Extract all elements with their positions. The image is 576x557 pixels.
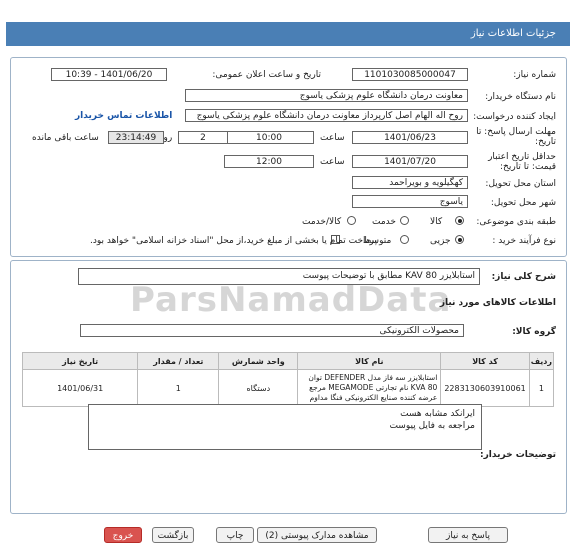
- buyer-notes-label: توضیحات خریدار:: [480, 450, 556, 460]
- deadline-time-label: ساعت: [320, 133, 345, 143]
- col-unit: واحد شمارش: [218, 352, 299, 370]
- buyer-notes-line-2: مراجعه به فایل پیوست: [389, 421, 475, 431]
- description-field: استابلایزر KAV 80 مطابق با توضیحات پیوست: [78, 268, 480, 285]
- description-label: شرح کلی نیاز:: [491, 272, 556, 282]
- category-radio-service[interactable]: [400, 216, 409, 225]
- city-field: یاسوج: [352, 195, 468, 208]
- category-option-service: خدمت: [372, 217, 396, 227]
- buyer-notes-line-1: ایرانکد مشابه هست: [400, 409, 475, 419]
- purchase-radio-minor[interactable]: [455, 235, 464, 244]
- deadline-time-field: 10:00: [224, 131, 314, 144]
- goods-group-label: گروه کالا:: [512, 327, 556, 337]
- creator-label: ایجاد کننده درخواست:: [473, 112, 556, 122]
- buyer-org-label: نام دستگاه خریدار:: [485, 92, 556, 102]
- validity-time-field: 12:00: [224, 155, 314, 168]
- deadline-label: مهلت ارسال پاسخ: تا تاریخ:: [476, 127, 556, 147]
- col-qty: تعداد / مقدار: [137, 352, 220, 370]
- purchase-option-minor: جزیی: [430, 236, 451, 246]
- deadline-date-field: 1401/06/23: [352, 131, 468, 144]
- purchase-type-label: نوع فرآیند خرید :: [492, 236, 556, 246]
- remaining-time-field: 23:14:49: [108, 131, 164, 144]
- cell-code: 2283130603910061: [440, 369, 530, 407]
- remaining-label: ساعت باقی مانده: [32, 133, 99, 143]
- cell-row: 1: [528, 369, 555, 407]
- days-value-box: 2: [178, 131, 228, 144]
- exit-button[interactable]: خروج: [104, 527, 142, 543]
- announce-field: 1401/06/20 - 10:39: [51, 68, 167, 81]
- col-row: ردیف: [528, 352, 555, 370]
- contact-info-link[interactable]: اطلاعات تماس خریدار: [75, 111, 172, 121]
- buyer-org-field: معاونت درمان دانشگاه علوم پزشکی یاسوج: [185, 89, 468, 102]
- col-date: تاریخ نیاز: [21, 352, 139, 370]
- cell-qty: 1: [137, 369, 220, 407]
- col-code: کد کالا: [440, 352, 530, 370]
- reply-button[interactable]: پاسخ به نیاز: [428, 527, 508, 543]
- goods-table-header: ردیف کد کالا نام کالا واحد شمارش تعداد /…: [21, 352, 555, 370]
- treasury-payment-note: پرداخت تمام یا بخشی از مبلغ خرید،از محل …: [90, 236, 378, 246]
- validity-date-field: 1401/07/20: [352, 155, 468, 168]
- category-label: طبقه بندی موضوعی:: [476, 217, 556, 227]
- page-title: جزئیات اطلاعات نیاز: [470, 28, 556, 39]
- category-option-both: کالا/خدمت: [302, 217, 342, 227]
- title-bar: جزئیات اطلاعات نیاز: [0, 0, 576, 46]
- creator-field: روح اله الهام اصل کارپرداز معاونت درمان …: [185, 109, 468, 122]
- need-number-field: 1101030085000047: [352, 68, 468, 81]
- province-field: کهگیلویه و بویراحمد: [352, 176, 468, 189]
- cell-unit: دستگاه: [218, 369, 299, 407]
- province-label: استان محل تحویل:: [485, 179, 556, 189]
- announce-label: تاریخ و ساعت اعلان عمومی:: [212, 70, 321, 80]
- col-name: نام کالا: [297, 352, 442, 370]
- buyer-notes-box: ایرانکد مشابه هست مراجعه به فایل پیوست: [88, 404, 482, 450]
- goods-table: ردیف کد کالا نام کالا واحد شمارش تعداد /…: [21, 352, 555, 407]
- cell-date: 1401/06/31: [21, 369, 139, 407]
- category-option-goods: کالا: [430, 217, 443, 227]
- watermark: ParsNamadData: [130, 280, 452, 320]
- city-label: شهر محل تحویل:: [490, 198, 556, 208]
- category-radio-goods[interactable]: [455, 216, 464, 225]
- print-button[interactable]: چاپ: [216, 527, 254, 543]
- validity-label: حداقل تاریخ اعتبار قیمت: تا تاریخ:: [488, 152, 556, 172]
- attachments-button[interactable]: مشاهده مدارک پیوستی (2): [257, 527, 377, 543]
- table-row[interactable]: 1 2283130603910061 استابلایزر سه فاز مدل…: [21, 369, 555, 407]
- cell-name: استابلایزر سه فاز مدل DEFENDER توان KVA …: [297, 369, 442, 407]
- back-button[interactable]: بازگشت: [152, 527, 194, 543]
- goods-section-title: اطلاعات کالاهای مورد نیاز: [439, 298, 556, 308]
- category-radio-both[interactable]: [347, 216, 356, 225]
- purchase-radio-medium[interactable]: [400, 235, 409, 244]
- need-number-label: شماره نیاز:: [513, 70, 556, 80]
- validity-time-label: ساعت: [320, 157, 345, 167]
- goods-group-field: محصولات الکترونیکی: [80, 324, 464, 337]
